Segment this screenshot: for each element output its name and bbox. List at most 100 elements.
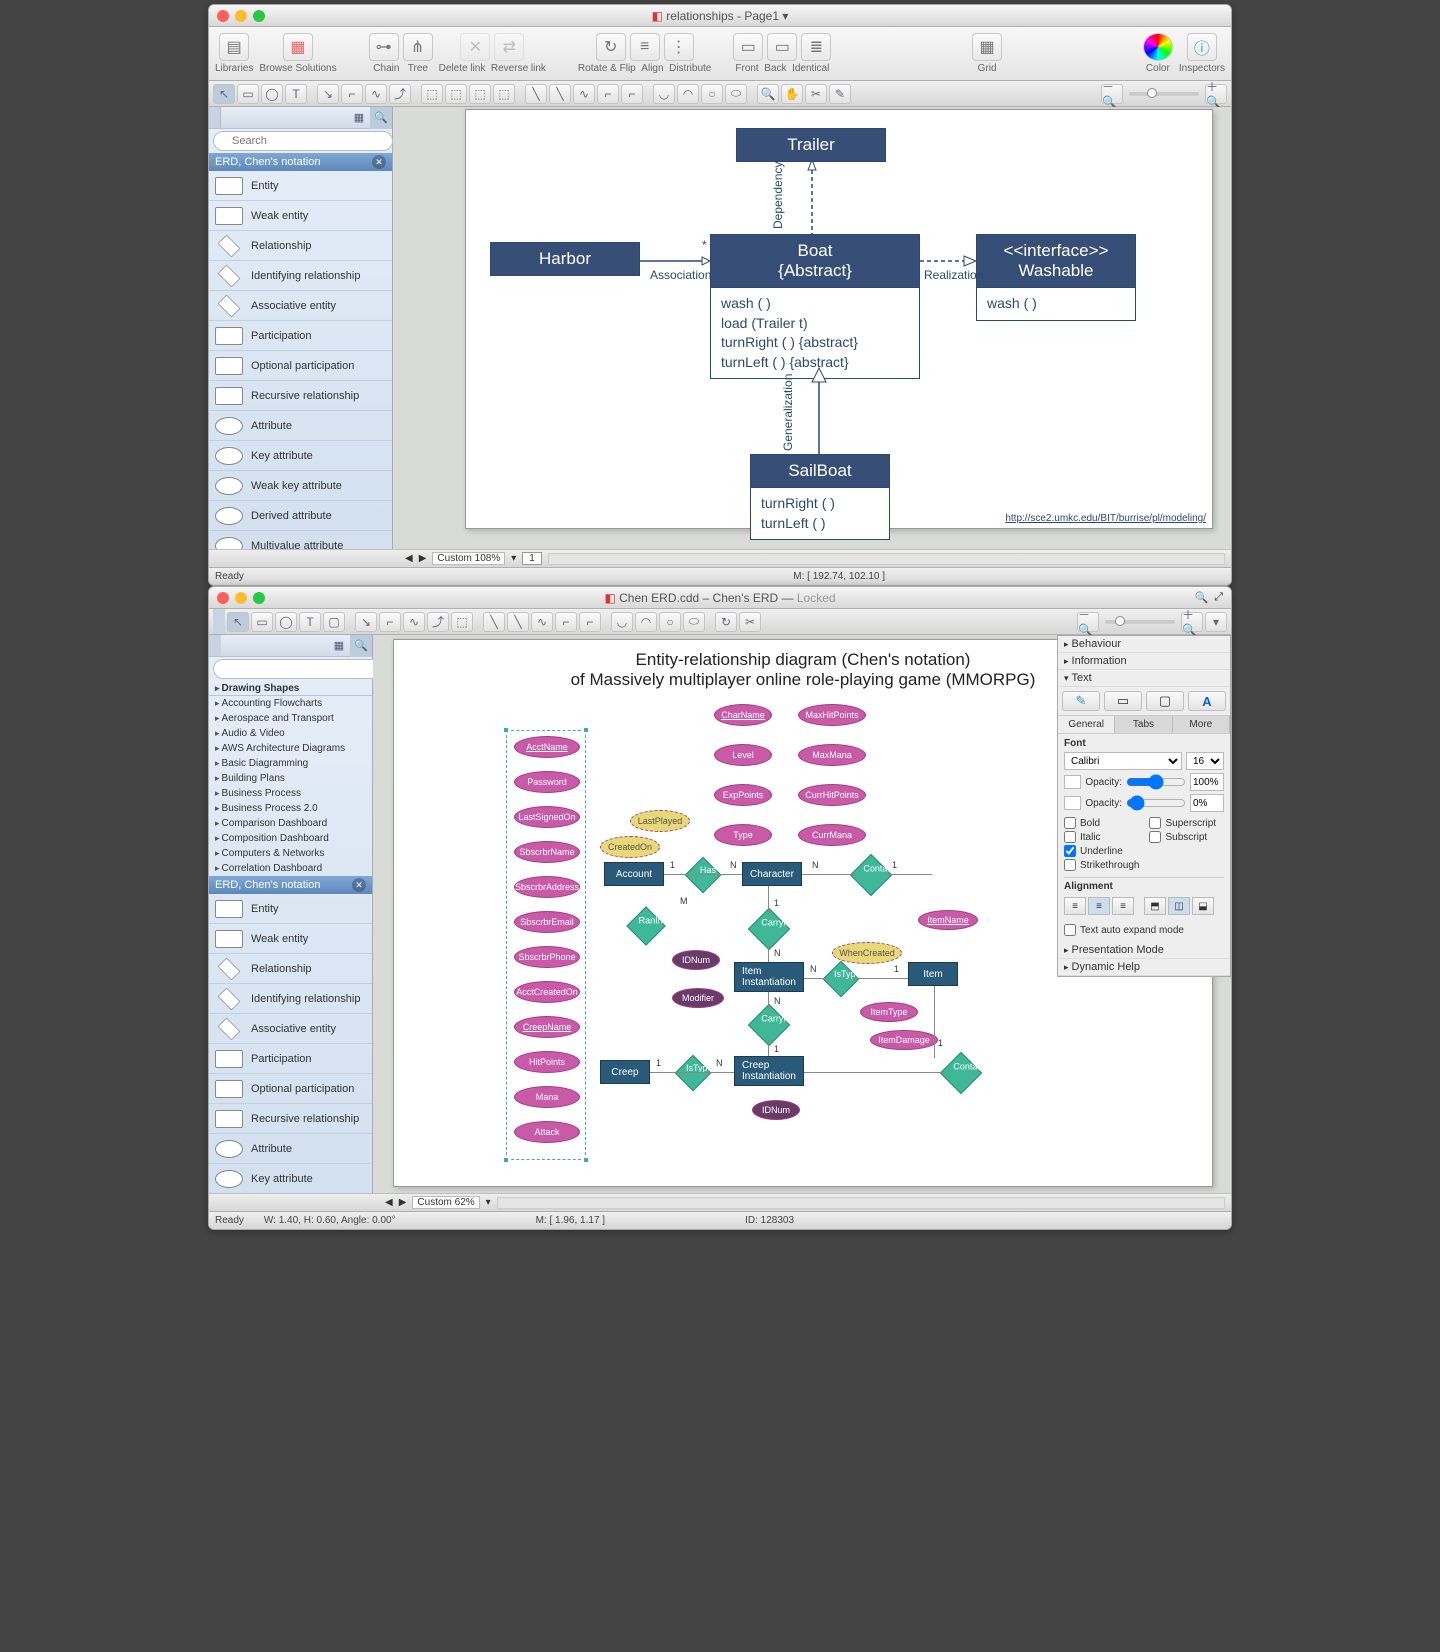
line-5[interactable]: ⌐ <box>621 84 643 104</box>
attr-itemdamage[interactable]: ItemDamage <box>870 1030 938 1050</box>
subscript-checkbox[interactable] <box>1149 831 1161 843</box>
entity-account[interactable]: Account <box>604 862 664 886</box>
zoom-in-button[interactable]: ＋🔍 <box>1205 84 1227 104</box>
close-window-button[interactable] <box>217 592 229 604</box>
titlebar[interactable]: ◧ relationships - Page1 ▾ <box>209 5 1231 27</box>
line-3[interactable]: ∿ <box>531 612 553 632</box>
browse-solutions-button[interactable]: ▦ <box>283 33 313 61</box>
line-1[interactable]: ╲ <box>483 612 505 632</box>
attr-password[interactable]: Password <box>514 771 580 793</box>
ellipse-tool[interactable]: ◯ <box>261 84 283 104</box>
canvas-2[interactable]: Entity-relationship diagram (Chen's nota… <box>373 635 1231 1193</box>
connector-1[interactable]: ↘ <box>355 612 377 632</box>
titlebar-2[interactable]: ◧ Chen ERD.cdd – Chen's ERD — Locked 🔍 ⤢ <box>209 587 1231 609</box>
library-item[interactable]: Relationship <box>209 231 392 261</box>
opacity-swatch-1[interactable] <box>1064 775 1081 789</box>
inspector-behaviour[interactable]: Behaviour <box>1058 636 1230 653</box>
sidebar-collapse[interactable] <box>209 635 221 656</box>
attr-itemtype[interactable]: ItemType <box>860 1002 918 1022</box>
valign-bot[interactable]: ⬓ <box>1192 897 1214 915</box>
zoom-in-icon[interactable]: 🔍 <box>757 84 779 104</box>
front-button[interactable]: ▭ <box>733 33 763 61</box>
library-search-input[interactable] <box>213 131 393 151</box>
attr-type[interactable]: Type <box>714 824 772 846</box>
crop-tool[interactable]: ✂ <box>739 612 761 632</box>
drawing-shapes-header[interactable]: Drawing Shapes <box>209 681 372 696</box>
attr-lastplayed[interactable]: LastPlayed <box>630 810 690 832</box>
sidebar-toggle[interactable] <box>213 609 225 634</box>
arc-2[interactable]: ◠ <box>635 612 657 632</box>
attr-sbscrbrphone[interactable]: SbscrbrPhone <box>514 946 580 968</box>
inspector-text[interactable]: Text <box>1058 670 1230 687</box>
zoom-window-button[interactable] <box>253 10 265 22</box>
line-3[interactable]: ∿ <box>573 84 595 104</box>
arc-3[interactable]: ○ <box>659 612 681 632</box>
library-item[interactable]: Entity <box>209 171 392 201</box>
zoom-field[interactable]: Custom 108% <box>432 552 505 565</box>
distribute-button[interactable]: ⋮ <box>664 33 694 61</box>
attr-idnum[interactable]: IDNum <box>672 950 720 970</box>
library-category[interactable]: Business Process 2.0 <box>209 801 372 816</box>
connector-1[interactable]: ↘ <box>317 84 339 104</box>
libraries-button[interactable]: ▤ <box>219 33 249 61</box>
library-item[interactable]: Participation <box>209 321 392 351</box>
grid-view-icon[interactable]: ▦ <box>328 635 350 657</box>
library-section-header[interactable]: ERD, Chen's notation ✕ <box>209 153 392 171</box>
attr-maxmana[interactable]: MaxMana <box>798 744 866 766</box>
attr-hitpoints[interactable]: HitPoints <box>514 1051 580 1073</box>
library-category[interactable]: Computers & Networks <box>209 846 372 861</box>
attr-createdon[interactable]: CreatedOn <box>600 836 660 858</box>
smart-2[interactable]: ⬚ <box>445 84 467 104</box>
uml-interface-washable[interactable]: <<interface>>Washable wash ( ) <box>976 234 1136 321</box>
rel-contains2[interactable]: Contains <box>940 1052 982 1094</box>
connector-3[interactable]: ∿ <box>365 84 387 104</box>
attr-currhitpoints[interactable]: CurrHitPoints <box>798 784 866 806</box>
library-item[interactable]: Associative entity <box>209 291 392 321</box>
presentation-mode[interactable]: Presentation Mode <box>1058 942 1230 959</box>
color-button[interactable] <box>1143 33 1173 61</box>
smart-3[interactable]: ⬚ <box>469 84 491 104</box>
arc-1[interactable]: ◡ <box>611 612 633 632</box>
library-item[interactable]: Relationship <box>209 954 372 984</box>
text-tool[interactable]: T <box>285 84 307 104</box>
arc-4[interactable]: ⬭ <box>725 84 747 104</box>
zoom-field-2[interactable]: Custom 62% <box>412 1196 479 1209</box>
attr-acctname[interactable]: AcctName <box>514 736 580 758</box>
entity-creep[interactable]: Creep <box>600 1060 650 1084</box>
text-style-1[interactable]: ✎ <box>1062 691 1100 711</box>
inspector-information[interactable]: Information <box>1058 653 1230 670</box>
zoom-in-button[interactable]: ＋🔍 <box>1181 612 1203 632</box>
opacity-value-2[interactable] <box>1190 794 1224 812</box>
ellipse-tool[interactable]: ◯ <box>275 612 297 632</box>
close-window-button[interactable] <box>217 10 229 22</box>
library-search-input-2[interactable] <box>213 659 393 679</box>
close-library-icon[interactable]: ✕ <box>352 878 366 892</box>
entity-creep-instantiation[interactable]: Creep Instantiation <box>734 1056 804 1086</box>
rotate-tool[interactable]: ↻ <box>715 612 737 632</box>
attr-sbscrbraddress[interactable]: SbscrbrAddress <box>514 876 580 898</box>
attr-itemname[interactable]: ItemName <box>918 910 978 930</box>
library-category[interactable]: Business Process <box>209 786 372 801</box>
library-category[interactable]: Building Plans <box>209 771 372 786</box>
search-tab-icon[interactable]: 🔍 <box>370 107 392 129</box>
reverse-link-button[interactable]: ⇄ <box>494 33 524 61</box>
attr-mana[interactable]: Mana <box>514 1086 580 1108</box>
line-5[interactable]: ⌐ <box>579 612 601 632</box>
library-item[interactable]: Identifying relationship <box>209 261 392 291</box>
underline-checkbox[interactable] <box>1064 845 1076 857</box>
attr-idnum2[interactable]: IDNum <box>752 1100 800 1120</box>
attr-sbscrbrname[interactable]: SbscrbrName <box>514 841 580 863</box>
library-item[interactable]: Associative entity <box>209 1014 372 1044</box>
smart-4[interactable]: ⬚ <box>493 84 515 104</box>
library-item[interactable]: Optional participation <box>209 1074 372 1104</box>
page-prev-icon[interactable]: ◀ <box>405 553 413 564</box>
library-item[interactable]: Weak entity <box>209 924 372 954</box>
rel-istype[interactable]: IsType <box>823 961 860 998</box>
line-4[interactable]: ⌐ <box>555 612 577 632</box>
line-2[interactable]: ╲ <box>507 612 529 632</box>
close-library-icon[interactable]: ✕ <box>372 155 386 169</box>
library-item[interactable]: Derived attribute <box>209 501 392 531</box>
hand-tool[interactable]: ✋ <box>781 84 803 104</box>
attr-currmana[interactable]: CurrMana <box>798 824 866 846</box>
superscript-checkbox[interactable] <box>1149 817 1161 829</box>
